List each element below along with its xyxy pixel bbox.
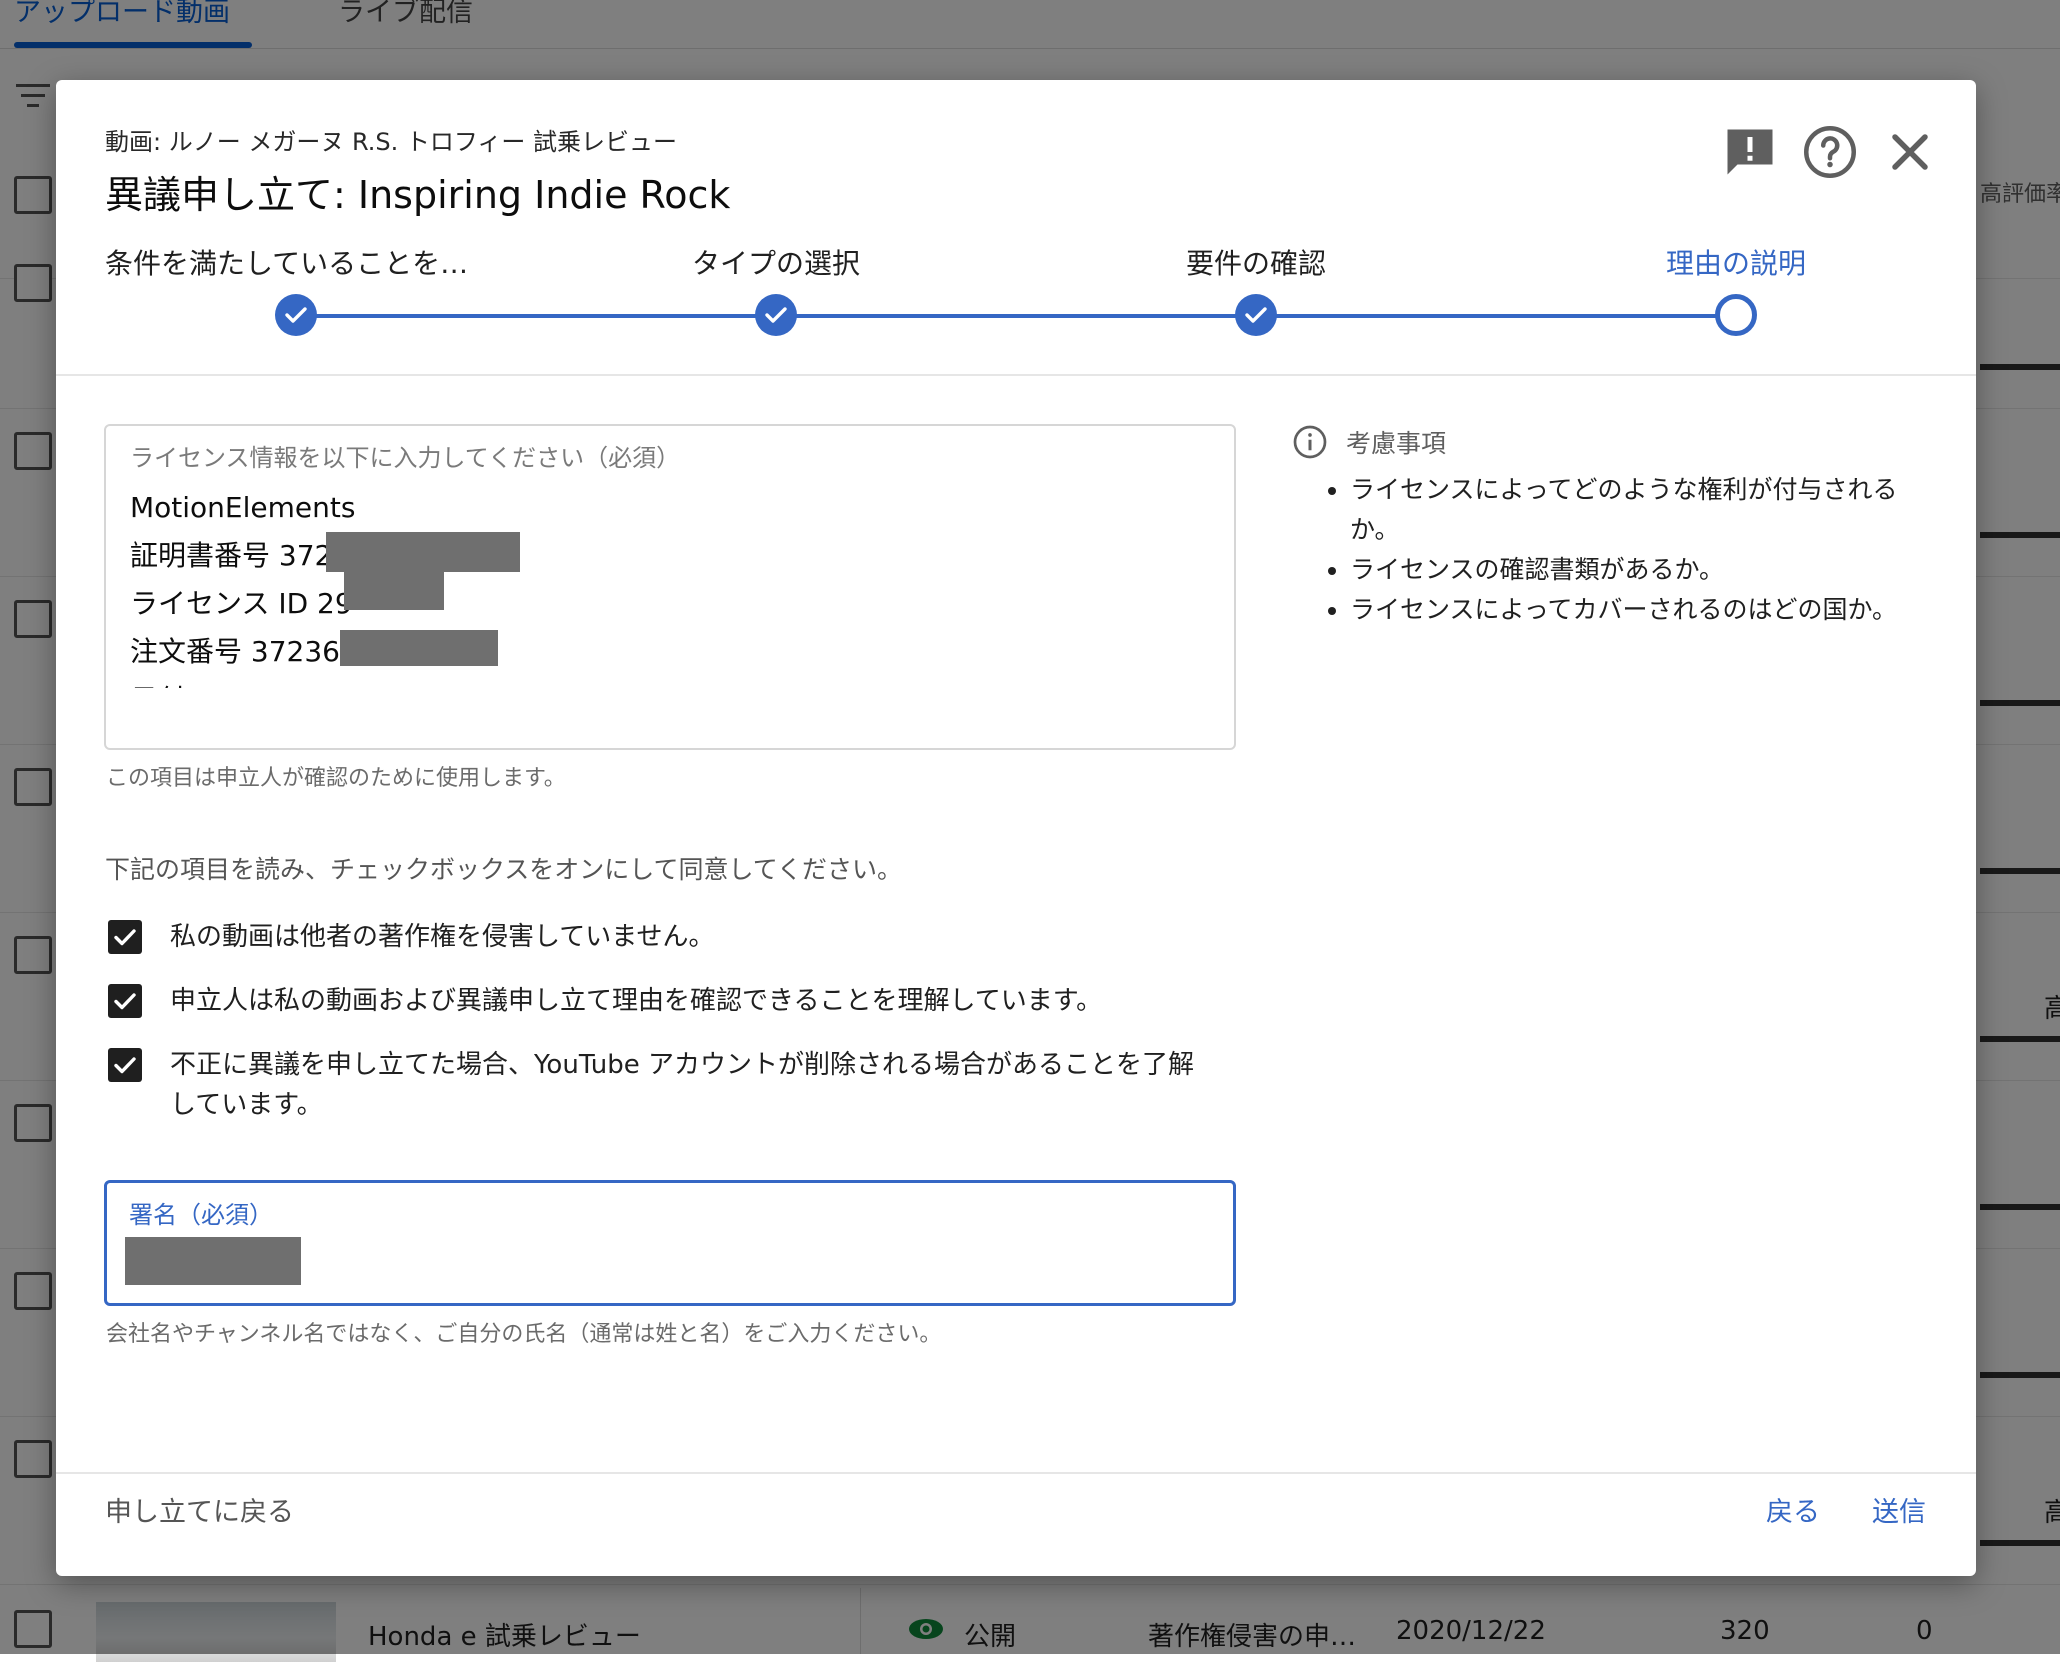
license-line: 日付 2020.12.17 (ZT): [130, 676, 422, 688]
stepper-line: [296, 314, 1736, 318]
signature-helper-text: 会社名やチャンネル名ではなく、ご自分の氏名（通常は姓と名）をご入力ください。: [106, 1322, 942, 1347]
consideration-item: ライセンスによってカバーされるのはどの国か。: [1350, 590, 1932, 630]
consideration-item: ライセンスの確認書類があるか。: [1350, 550, 1932, 590]
dispute-dialog: 動画: ルノー メガーヌ R.S. トロフィー 試乗レビュー 異議申し立て: I…: [56, 80, 1976, 1576]
redaction: [326, 532, 520, 572]
video-subtitle: 動画: ルノー メガーヌ R.S. トロフィー 試乗レビュー: [105, 128, 678, 156]
checkbox-checked-icon[interactable]: [108, 920, 142, 954]
agreement-item[interactable]: 申立人は私の動画および異議申し立て理由を確認できることを理解しています。: [108, 984, 1102, 1021]
feedback-icon[interactable]: [1720, 122, 1780, 182]
consideration-item: ライセンスによってどのような権利が付与されるか。: [1350, 470, 1932, 550]
checkbox-checked-icon[interactable]: [108, 984, 142, 1018]
license-line: MotionElements: [130, 491, 356, 524]
submit-button[interactable]: 送信: [1872, 1490, 1926, 1529]
considerations-list: ライセンスによってどのような権利が付与されるか。 ライセンスの確認書類があるか。…: [1292, 470, 1932, 630]
license-info-label: ライセンス情報を以下に入力してください（必須）: [130, 444, 681, 472]
dialog-title: 異議申し立て: Inspiring Indie Rock: [105, 173, 731, 217]
considerations-panel: 考慮事項 ライセンスによってどのような権利が付与されるか。 ライセンスの確認書類…: [1292, 424, 1932, 630]
step-label-requirements: 要件の確認: [1185, 247, 1327, 280]
agreement-label: 不正に異議を申し立てた場合、YouTube アカウントが削除される場合があること…: [170, 1050, 1194, 1120]
checkbox-checked-icon[interactable]: [108, 1048, 142, 1082]
header-divider: [56, 374, 1976, 376]
agreement-item[interactable]: 私の動画は他者の著作権を侵害していません。: [108, 920, 714, 957]
signature-label: 署名（必須）: [129, 1201, 273, 1229]
close-icon[interactable]: [1880, 122, 1940, 182]
signature-field[interactable]: 署名（必須）: [104, 1180, 1236, 1306]
license-helper-text: この項目は申立人が確認のために使用します。: [106, 766, 566, 791]
license-info-field[interactable]: ライセンス情報を以下に入力してください（必須） MotionElements 証…: [104, 424, 1236, 750]
step-current-indicator: [1715, 294, 1757, 336]
back-button[interactable]: 戻る: [1766, 1490, 1820, 1529]
step-done-check-icon: [755, 294, 797, 336]
back-to-dispute-button[interactable]: 申し立てに戻る: [105, 1490, 294, 1529]
agreement-instruction: 下記の項目を読み、チェックボックスをオンにして同意してください。: [105, 855, 903, 884]
agreement-item[interactable]: 不正に異議を申し立てた場合、YouTube アカウントが削除される場合があること…: [108, 1048, 1210, 1125]
step-label-reason: 理由の説明: [1665, 247, 1807, 280]
redaction: [340, 630, 498, 666]
step-done-check-icon: [1235, 294, 1277, 336]
help-icon[interactable]: [1800, 122, 1860, 182]
step-label-eligibility: 条件を満たしていることを…: [105, 247, 469, 280]
agreement-label: 私の動画は他者の著作権を侵害していません。: [170, 922, 715, 952]
info-icon: [1293, 425, 1327, 459]
redaction: [344, 570, 444, 610]
step-done-check-icon: [275, 294, 317, 336]
agreement-label: 申立人は私の動画および異議申し立て理由を確認できることを理解しています。: [170, 986, 1103, 1016]
redaction: [125, 1237, 301, 1285]
considerations-heading: 考慮事項: [1346, 429, 1447, 458]
step-label-type: タイプの選択: [691, 247, 861, 280]
footer-divider: [56, 1472, 1976, 1474]
